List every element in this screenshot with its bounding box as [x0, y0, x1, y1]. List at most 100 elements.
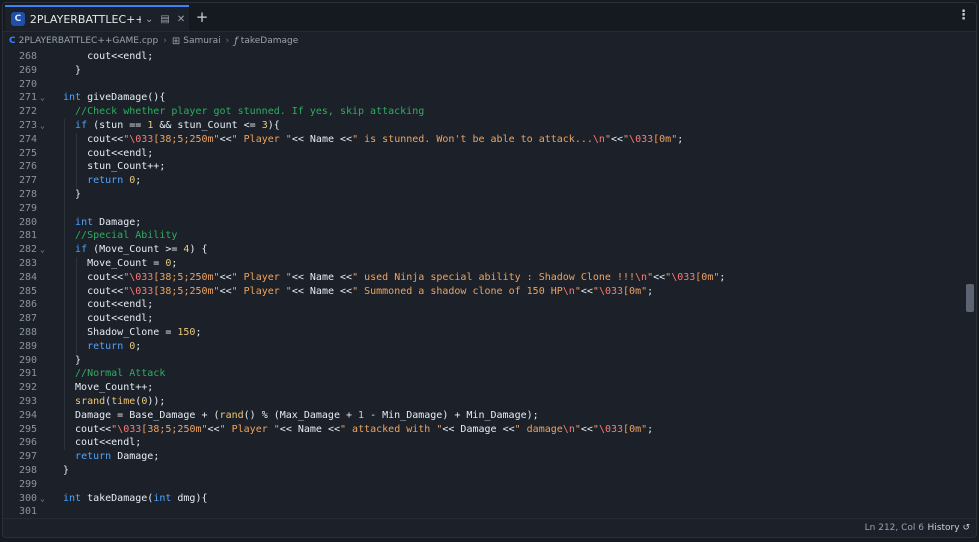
tab-active-file[interactable]: C 2PLAYERBATTLEC++GAME.cpp ⌄ ▤ ✕: [5, 5, 189, 31]
code-line[interactable]: 296 cout<<endl;: [3, 436, 964, 450]
code-line[interactable]: 292 Move_Count++;: [3, 381, 964, 395]
code-line[interactable]: 278 }: [3, 188, 964, 202]
line-number: 276: [18, 161, 37, 173]
code-text: cout<<endl;: [63, 50, 153, 64]
code-token: && stun_Count <=: [153, 120, 262, 131]
line-number: 272: [18, 106, 37, 118]
new-tab-button[interactable]: +: [194, 8, 210, 26]
code-line[interactable]: 272 //Check whether player got stunned. …: [3, 105, 964, 119]
code-text: }: [63, 354, 81, 368]
code-token: return: [87, 175, 124, 187]
line-number: 300: [18, 492, 37, 504]
code-token: [0m": [623, 423, 648, 435]
code-line[interactable]: 287 cout<<endl;: [3, 312, 964, 326]
code-token: stun_Count++;: [63, 161, 166, 173]
code-token: <<: [219, 285, 232, 297]
fold-chevron-icon[interactable]: ⌄: [40, 243, 45, 257]
close-icon[interactable]: ✕: [173, 14, 189, 25]
code-line[interactable]: 301: [3, 505, 964, 519]
code-line[interactable]: 279: [3, 202, 964, 216]
code-line[interactable]: 285 cout<<"\033[38;5;250m"<<" Player "<<…: [3, 285, 964, 299]
code-line[interactable]: 269 }: [3, 64, 964, 78]
line-number: 283: [18, 258, 37, 269]
code-token: (stun ==: [87, 120, 148, 131]
code-line[interactable]: 290 }: [3, 354, 964, 368]
code-token: [38;5;250m": [153, 271, 220, 283]
history-button[interactable]: History ↺: [928, 523, 970, 533]
more-options-icon[interactable]: ⋮: [957, 8, 970, 23]
code-token: ;: [677, 133, 684, 145]
indent-guide: [76, 132, 77, 188]
code-text: srand(time(0));: [63, 395, 165, 409]
code-line[interactable]: 283 Move_Count = 0;: [3, 257, 964, 271]
code-line[interactable]: 280 int Damage;: [3, 216, 964, 230]
code-line[interactable]: 298}: [3, 464, 964, 478]
code-token: cout<<endl;: [87, 51, 154, 62]
code-line[interactable]: 284 cout<<"\033[38;5;250m"<<" Player "<<…: [3, 271, 964, 285]
fold-chevron-icon[interactable]: ⌄: [40, 91, 45, 105]
code-line[interactable]: 277 return 0;: [3, 174, 964, 188]
code-token: ;: [135, 175, 142, 187]
code-token: }: [63, 64, 82, 76]
code-line[interactable]: 274 cout<<"\033[38;5;250m"<<" Player "<<…: [3, 133, 964, 147]
fold-chevron-icon[interactable]: ⌄: [40, 119, 45, 133]
code-text: Damage = Base_Damage + (rand() % (Max_Da…: [63, 409, 539, 423]
code-text: Move_Count++;: [63, 381, 153, 395]
code-line[interactable]: 286 cout<<endl;: [3, 298, 964, 312]
line-number: 268: [18, 51, 37, 62]
code-token: }: [63, 189, 82, 200]
code-token: int: [75, 216, 94, 228]
split-editor-icon[interactable]: ▤: [157, 14, 173, 25]
code-token: takeDamage(: [81, 492, 154, 504]
code-token: ;: [647, 285, 654, 297]
code-text: cout<<"\033[38;5;250m"<<" Player "<< Nam…: [63, 133, 683, 147]
breadcrumb-file[interactable]: C 2PLAYERBATTLEC++GAME.cpp: [9, 36, 158, 46]
code-line[interactable]: 293 srand(time(0));: [3, 395, 964, 409]
status-bar: Ln 212, Col 6 History ↺: [3, 518, 976, 537]
line-number: 284: [18, 271, 37, 283]
code-editor[interactable]: 268 cout<<endl; 269 } 270 271 ⌄ int giveDamag…: [3, 50, 964, 519]
code-line[interactable]: 295 cout<<"\033[38;5;250m"<<" Player "<<…: [3, 423, 964, 437]
tab-title: 2PLAYERBATTLEC++GAME.cpp: [29, 12, 141, 26]
code-token: ;: [135, 340, 142, 352]
code-token: rand: [219, 409, 244, 421]
code-line[interactable]: 281 //Special Ability: [3, 229, 964, 243]
code-text: //Special Ability: [63, 229, 177, 243]
breadcrumb-class[interactable]: ⊞ Samurai: [172, 36, 221, 47]
code-line[interactable]: 291 //Normal Attack: [3, 367, 964, 381]
code-token: 150: [177, 327, 196, 338]
line-number: 278: [18, 189, 37, 200]
code-token: [0m": [653, 133, 678, 145]
code-text: Shadow_Clone = 150;: [63, 326, 201, 340]
breadcrumb-function[interactable]: ƒ takeDamage: [234, 36, 298, 47]
code-token: giveDamage(){: [81, 92, 166, 104]
code-line[interactable]: 271 ⌄ int giveDamage(){: [3, 91, 964, 105]
code-line[interactable]: 270: [3, 78, 964, 92]
code-line[interactable]: 273 ⌄ if (stun == 1 && stun_Count <= 3){: [3, 119, 964, 133]
code-token: cout<<: [63, 133, 124, 145]
line-number: 287: [18, 313, 37, 325]
chevron-down-icon[interactable]: ⌄: [141, 14, 157, 25]
code-text: cout<<"\033[38;5;250m"<<" Player "<< Nam…: [63, 285, 653, 299]
code-token: << Name <<: [291, 285, 353, 297]
code-line[interactable]: 282 ⌄ if (Move_Count >= 4) {: [3, 243, 964, 257]
code-line[interactable]: 297 return Damage;: [3, 450, 964, 464]
code-token: Move_Count =: [63, 258, 166, 269]
code-line[interactable]: 289 return 0;: [3, 340, 964, 354]
cursor-position[interactable]: Ln 212, Col 6: [865, 523, 924, 533]
code-line[interactable]: 299: [3, 478, 964, 492]
code-line[interactable]: 288 Shadow_Clone = 150;: [3, 326, 964, 340]
scrollbar-thumb[interactable]: [966, 284, 974, 312]
fold-chevron-icon[interactable]: ⌄: [40, 492, 45, 506]
code-line[interactable]: 276 stun_Count++;: [3, 160, 964, 174]
code-line[interactable]: 300 ⌄ int takeDamage(int dmg){: [3, 492, 964, 506]
code-line[interactable]: 294 Damage = Base_Damage + (rand() % (Ma…: [3, 409, 964, 423]
vertical-scrollbar[interactable]: [966, 50, 974, 519]
line-number: 271: [18, 92, 37, 104]
line-number: 277: [18, 175, 37, 187]
line-number: 291: [18, 368, 37, 380]
code-token: Damage;: [111, 451, 160, 463]
code-line[interactable]: 275 cout<<endl;: [3, 147, 964, 161]
code-line[interactable]: 268 cout<<endl;: [3, 50, 964, 64]
